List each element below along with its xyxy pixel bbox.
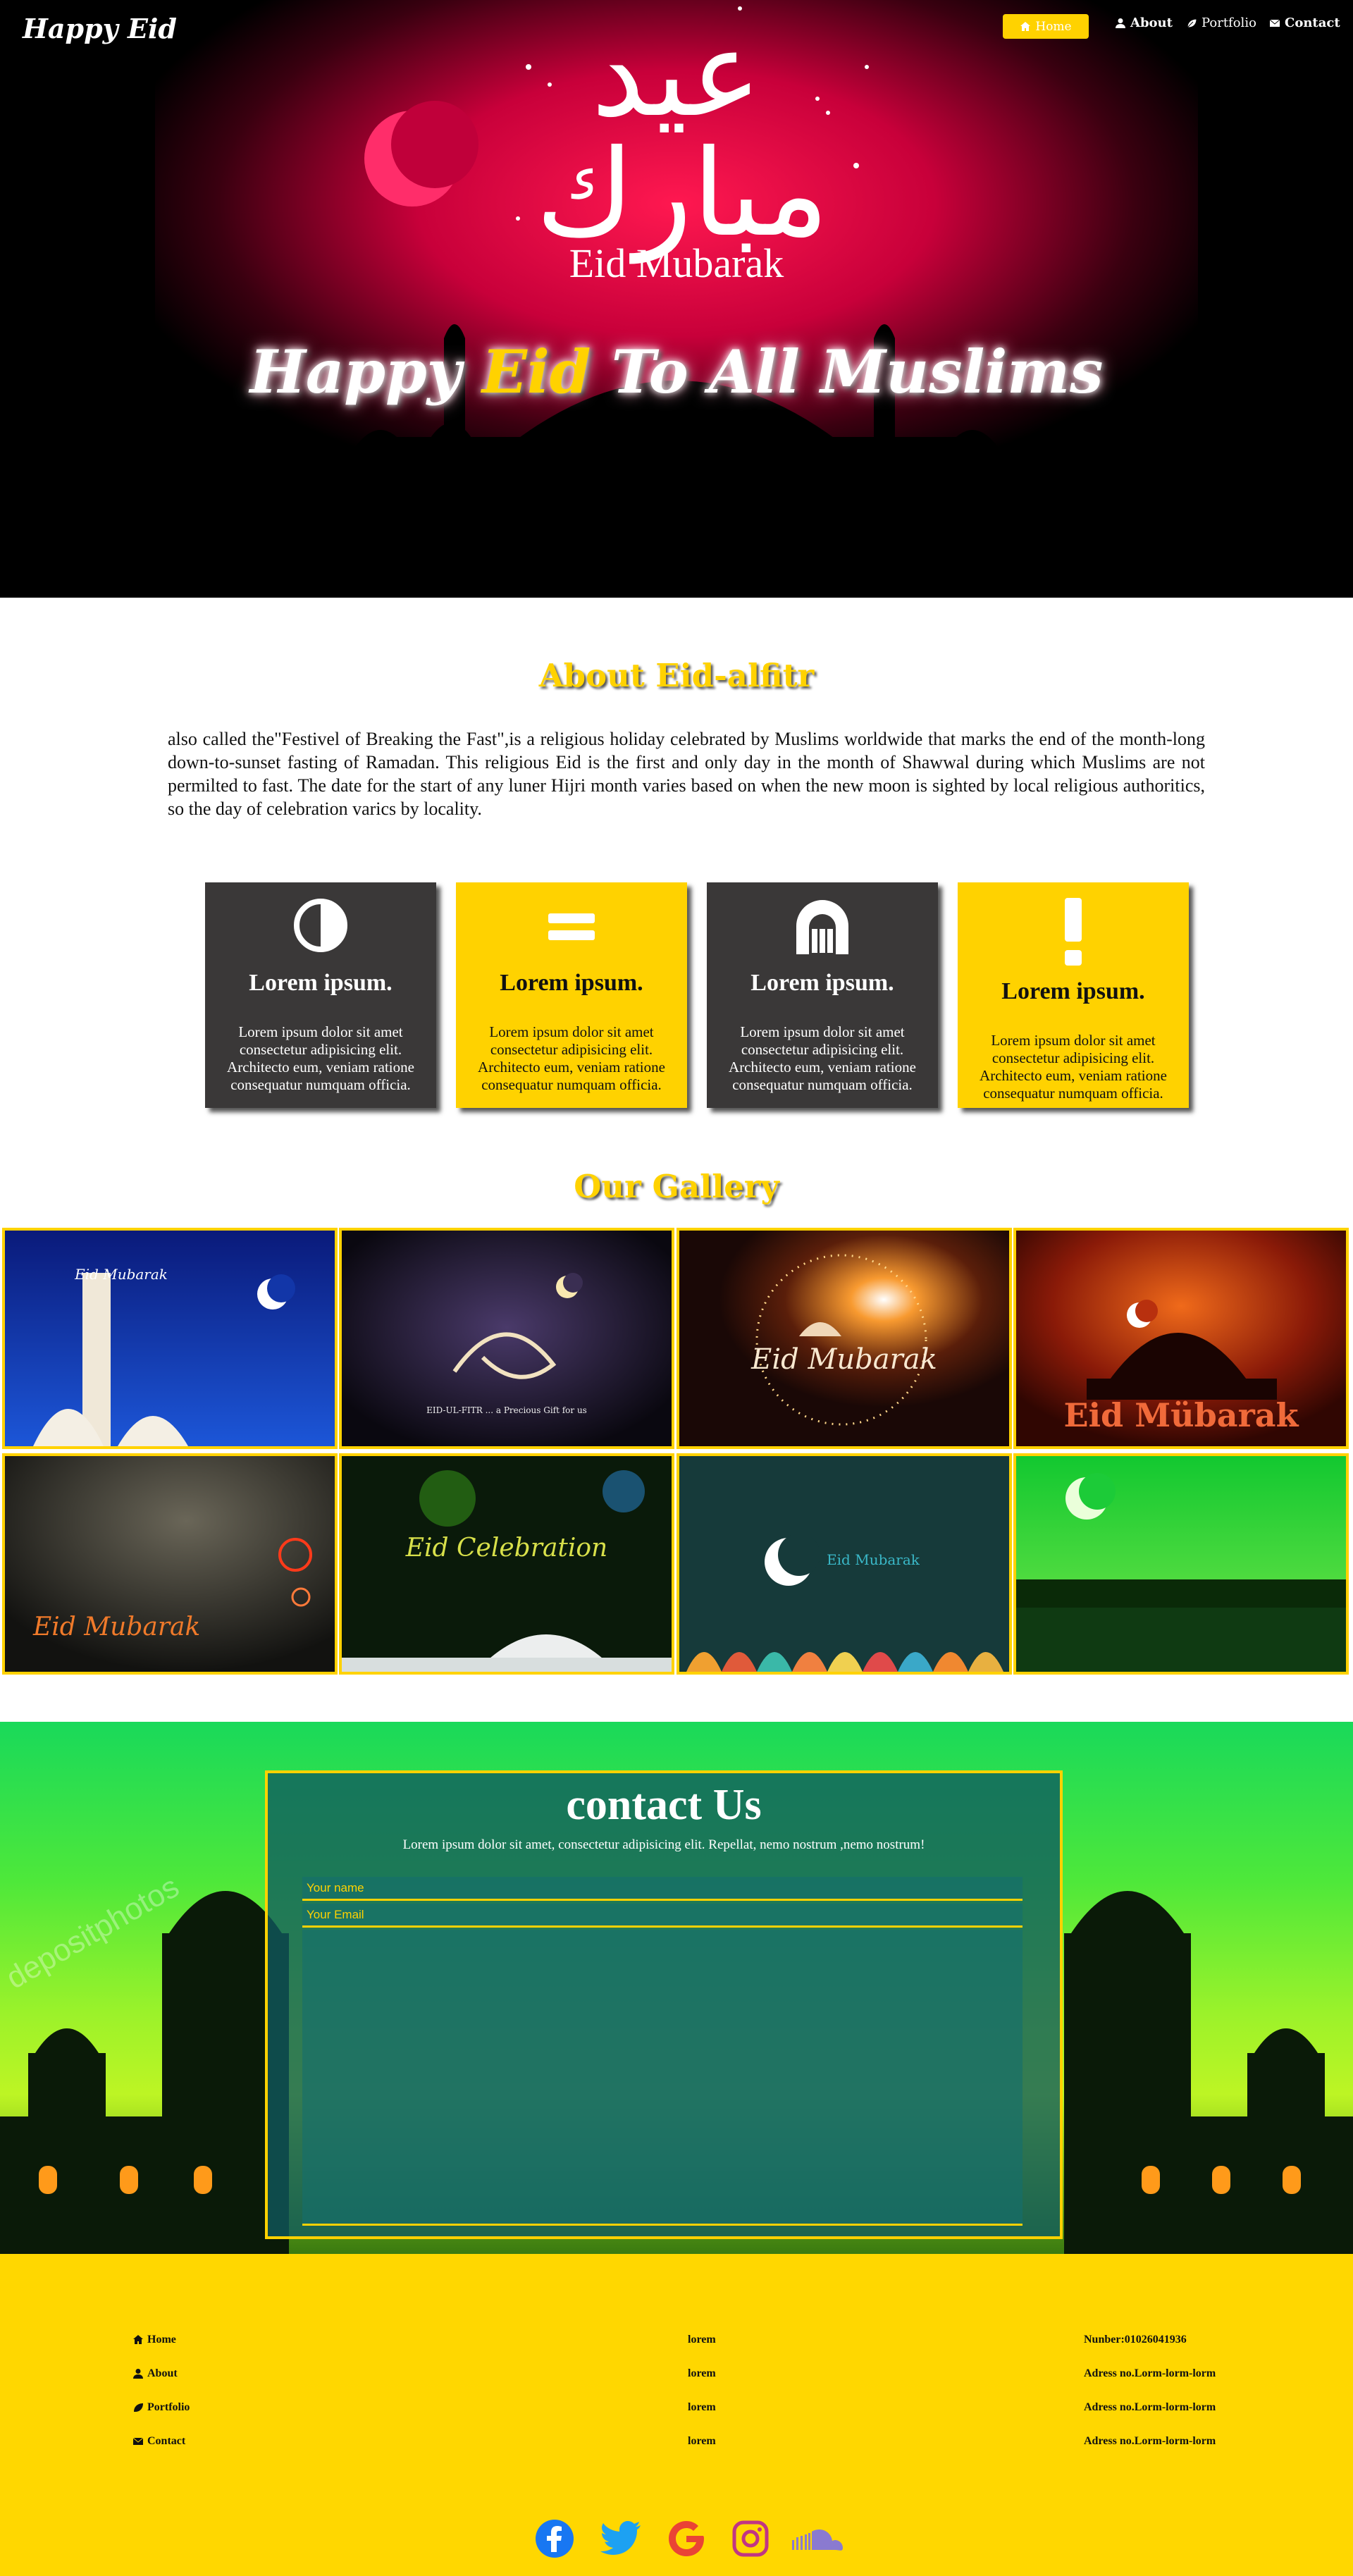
contact-subtitle: Lorem ipsum dolor sit amet, consectetur … bbox=[402, 1837, 925, 1852]
footer-link-label: Portfolio bbox=[147, 2401, 190, 2413]
gallery-caption: Eid Mubarak bbox=[751, 1343, 937, 1376]
feature-card-2: Lorem ipsum. Lorem ipsum dolor sit amet … bbox=[456, 882, 687, 1108]
home-icon bbox=[1020, 21, 1031, 31]
home-icon bbox=[133, 2335, 143, 2344]
gallery-image-1[interactable]: Eid Mubarak bbox=[2, 1228, 338, 1449]
gallery-image-4[interactable]: Eid Mübarak bbox=[1013, 1228, 1349, 1449]
social-twitter[interactable] bbox=[600, 2518, 641, 2560]
nav-portfolio-link[interactable]: Portfolio bbox=[1186, 16, 1256, 30]
gallery-image-3[interactable]: Eid Mubarak bbox=[676, 1228, 1012, 1449]
feature-card-4: Lorem ipsum. Lorem ipsum dolor sit amet … bbox=[958, 882, 1189, 1108]
nav-about-label: About bbox=[1130, 16, 1173, 30]
hero-title-highlight: Eid bbox=[481, 337, 591, 407]
navbar: Happy Eid Home About Portfolio Contact bbox=[0, 0, 1353, 53]
envelope-icon bbox=[1269, 19, 1280, 27]
footer-phone: Nunber:01026041936 bbox=[1084, 2334, 1187, 2346]
feature-card-3: Lorem ipsum. Lorem ipsum dolor sit amet … bbox=[707, 882, 938, 1108]
footer-link-home[interactable]: Home bbox=[132, 2323, 190, 2357]
nav-contact-label: Contact bbox=[1285, 16, 1340, 30]
leaf-icon bbox=[134, 2403, 143, 2412]
gallery-image-5[interactable]: Eid Mubarak bbox=[2, 1453, 338, 1675]
google-icon[interactable] bbox=[667, 2519, 706, 2558]
footer-address: Adress no.Lorm-lorm-lorm bbox=[1084, 2401, 1216, 2413]
contact-form: contact Us Lorem ipsum dolor sit amet, c… bbox=[265, 1770, 1063, 2239]
card-title: Lorem ipsum. bbox=[1001, 978, 1145, 1004]
gallery-title: Our Gallery bbox=[574, 1168, 779, 1205]
gallery-caption: Eid Mubarak bbox=[827, 1551, 920, 1568]
name-field[interactable]: Your name bbox=[302, 1877, 1023, 1901]
footer-address: Adress no.Lorm-lorm-lorm bbox=[1084, 2367, 1216, 2379]
footer-link-contact[interactable]: Contact bbox=[132, 2424, 190, 2458]
gallery-caption: Eid Mubarak bbox=[33, 1613, 201, 1641]
twitter-icon[interactable] bbox=[600, 2521, 641, 2556]
half-circle-icon bbox=[294, 899, 347, 952]
footer-link-label: Home bbox=[147, 2334, 176, 2346]
footer-link-portfolio[interactable]: Portfolio bbox=[132, 2391, 190, 2424]
footer-middle-column: lorem lorem lorem lorem bbox=[688, 2323, 716, 2458]
instagram-icon[interactable] bbox=[731, 2520, 770, 2558]
footer-middle-item: lorem bbox=[688, 2401, 716, 2413]
gallery-caption: Eid Mubarak bbox=[75, 1266, 168, 1283]
card-text: Lorem ipsum dolor sit amet consectetur a… bbox=[980, 1032, 1167, 1102]
footer-link-label: Contact bbox=[147, 2435, 186, 2447]
footer-middle-item: lorem bbox=[688, 2435, 716, 2447]
footer-middle-item: lorem bbox=[688, 2367, 716, 2379]
exclamation-icon bbox=[1065, 898, 1082, 966]
nav-home-button[interactable]: Home bbox=[1003, 14, 1089, 39]
footer-link-about[interactable]: About bbox=[132, 2357, 190, 2391]
card-title: Lorem ipsum. bbox=[750, 970, 894, 996]
contact-title: contact Us bbox=[566, 1781, 762, 1829]
gallery-image-7[interactable]: Eid Mubarak bbox=[676, 1453, 1012, 1675]
card-text: Lorem ipsum dolor sit amet consectetur a… bbox=[729, 1023, 916, 1093]
social-facebook[interactable] bbox=[534, 2518, 575, 2560]
social-soundcloud[interactable] bbox=[791, 2518, 844, 2560]
gallery-image-8[interactable] bbox=[1013, 1453, 1349, 1675]
gallery-caption: Eid Mübarak bbox=[1063, 1396, 1299, 1434]
facebook-icon[interactable] bbox=[534, 2518, 575, 2559]
about-text: also called the"Festivel of Breaking the… bbox=[168, 729, 1205, 819]
gallery-caption: EID-UL-FITR ... a Precious Gift for us bbox=[426, 1405, 587, 1415]
gallery-image-2[interactable]: EID-UL-FITR ... a Precious Gift for us bbox=[339, 1228, 674, 1449]
footer-contact-info: Nunber:01026041936 Adress no.Lorm-lorm-l… bbox=[1084, 2323, 1216, 2458]
card-title: Lorem ipsum. bbox=[500, 970, 643, 996]
leaf-icon bbox=[1187, 18, 1197, 27]
footer-address: Adress no.Lorm-lorm-lorm bbox=[1084, 2435, 1216, 2447]
hero-banner: عيد مبارك Eid Mubarak Happy Eid To All M… bbox=[0, 0, 1353, 598]
email-field[interactable]: Your Email bbox=[302, 1904, 1023, 1928]
about-title: About Eid-alfitr bbox=[538, 657, 815, 694]
message-textarea[interactable] bbox=[302, 1930, 1023, 2226]
nav-home-label: Home bbox=[1035, 19, 1072, 34]
footer-link-label: About bbox=[147, 2367, 178, 2379]
social-instagram[interactable] bbox=[731, 2518, 770, 2560]
watermark-text: depositphotos bbox=[1, 1869, 185, 1995]
footer-middle-item: lorem bbox=[688, 2334, 716, 2346]
nav-about-link[interactable]: About bbox=[1115, 16, 1173, 30]
feature-card-1: Lorem ipsum. Lorem ipsum dolor sit amet … bbox=[205, 882, 436, 1108]
feature-cards: Lorem ipsum. Lorem ipsum dolor sit amet … bbox=[0, 882, 1353, 1108]
gallery-image-6[interactable]: Eid Celebration bbox=[339, 1453, 674, 1675]
footer-links: Home About Portfolio Contact bbox=[132, 2323, 190, 2458]
gallery-caption: Eid Celebration bbox=[405, 1534, 608, 1563]
nav-portfolio-label: Portfolio bbox=[1201, 16, 1256, 30]
card-text: Lorem ipsum dolor sit amet consectetur a… bbox=[478, 1023, 665, 1093]
envelope-icon bbox=[132, 2437, 144, 2445]
hero-title-part1: Happy bbox=[249, 337, 482, 407]
contact-section: depositphotos contact Us Lorem ipsum dol… bbox=[0, 1722, 1353, 2254]
user-icon bbox=[133, 2369, 143, 2379]
hero-eid-mubarak-text: Eid Mubarak bbox=[569, 240, 784, 286]
user-icon bbox=[1116, 18, 1125, 28]
social-google[interactable] bbox=[667, 2518, 706, 2560]
card-title: Lorem ipsum. bbox=[249, 970, 393, 996]
soundcloud-icon[interactable] bbox=[791, 2525, 844, 2553]
nav-contact-link[interactable]: Contact bbox=[1269, 16, 1340, 30]
hero-title: Happy Eid To All Muslims bbox=[0, 337, 1353, 407]
equals-icon bbox=[548, 913, 595, 940]
hero-title-part2: To All Muslims bbox=[591, 337, 1104, 407]
card-text: Lorem ipsum dolor sit amet consectetur a… bbox=[227, 1023, 414, 1093]
archway-icon bbox=[796, 900, 848, 954]
gallery-grid: Eid Mubarak EID-UL-FITR ... a Precious G… bbox=[0, 1228, 1353, 1679]
brand-logo[interactable]: Happy Eid bbox=[23, 13, 177, 44]
